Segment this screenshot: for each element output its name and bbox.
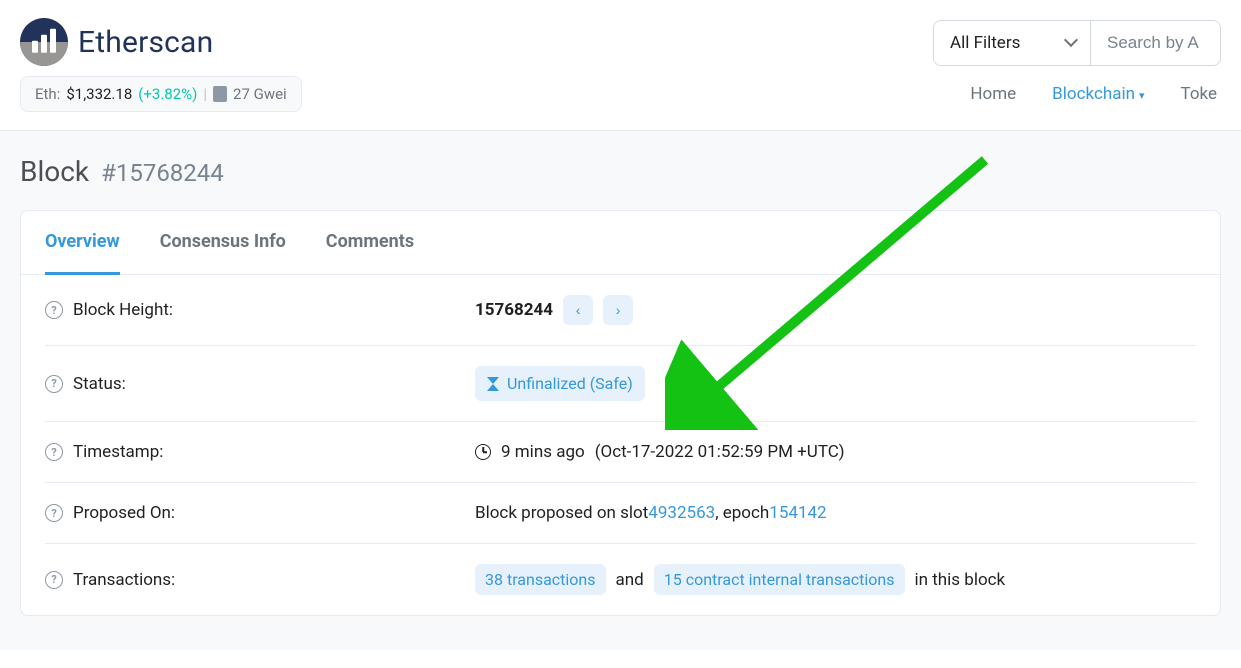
label-timestamp: Timestamp:: [73, 442, 163, 462]
status-badge: Unfinalized (Safe): [475, 366, 645, 401]
row-proposed: ? Proposed On: Block proposed on slot 493…: [45, 483, 1196, 544]
label-transactions: Transactions:: [73, 570, 175, 590]
prev-block-button[interactable]: ‹: [563, 295, 593, 325]
nav-home[interactable]: Home: [970, 84, 1016, 104]
help-icon[interactable]: ?: [45, 504, 63, 522]
price-prefix: Eth:: [35, 85, 60, 103]
chevron-down-icon: [1066, 37, 1078, 49]
transactions-chip[interactable]: 38 transactions: [475, 564, 606, 595]
search-input[interactable]: [1091, 20, 1221, 66]
row-status: ? Status: Unfinalized (Safe): [45, 346, 1196, 422]
status-text: Unfinalized (Safe): [507, 374, 633, 393]
filter-selected: All Filters: [950, 33, 1020, 53]
main-nav: Home Blockchain▾ Toke: [970, 84, 1221, 104]
txs-and: and: [616, 570, 644, 590]
logo[interactable]: Etherscan: [20, 18, 213, 66]
label-proposed: Proposed On:: [73, 503, 175, 523]
timestamp-ago: 9 mins ago: [501, 442, 585, 462]
help-icon[interactable]: ?: [45, 571, 63, 589]
nav-blockchain[interactable]: Blockchain▾: [1052, 84, 1144, 104]
chevron-down-icon: ▾: [1139, 89, 1145, 102]
price-value: $1,332.18: [66, 85, 132, 103]
gas-icon: [213, 86, 227, 102]
proposed-prefix: Block proposed on slot: [475, 503, 648, 523]
label-status: Status:: [73, 374, 126, 394]
block-height-value: 15768244: [475, 300, 553, 320]
hourglass-icon: [487, 377, 499, 391]
filter-dropdown[interactable]: All Filters: [933, 20, 1091, 66]
block-number: #15768244: [101, 159, 224, 187]
row-timestamp: ? Timestamp: 9 mins ago (Oct-17-2022 01:5…: [45, 422, 1196, 483]
slot-link[interactable]: 4932563: [648, 503, 715, 523]
nav-tokens[interactable]: Toke: [1181, 84, 1217, 104]
timestamp-full: (Oct-17-2022 01:52:59 PM +UTC): [595, 442, 845, 462]
brand-name: Etherscan: [78, 25, 213, 60]
row-transactions: ? Transactions: 38 transactions and 15 co…: [45, 544, 1196, 615]
help-icon[interactable]: ?: [45, 375, 63, 393]
internal-transactions-chip[interactable]: 15 contract internal transactions: [654, 564, 905, 595]
clock-icon: [475, 444, 491, 460]
epoch-link[interactable]: 154142: [769, 503, 826, 523]
page-title: Block: [20, 155, 89, 188]
proposed-mid: , epoch: [715, 503, 769, 523]
tab-overview[interactable]: Overview: [45, 211, 120, 275]
gas-value: 27 Gwei: [233, 85, 287, 103]
tab-consensus[interactable]: Consensus Info: [160, 211, 286, 274]
row-block-height: ? Block Height: 15768244 ‹ ›: [45, 275, 1196, 346]
separator: |: [203, 85, 207, 103]
txs-suffix: in this block: [915, 570, 1006, 590]
logo-icon: [20, 18, 68, 66]
help-icon[interactable]: ?: [45, 301, 63, 319]
price-pill: Eth: $1,332.18 (+3.82%) | 27 Gwei: [20, 76, 302, 112]
next-block-button[interactable]: ›: [603, 295, 633, 325]
label-block-height: Block Height:: [73, 300, 173, 320]
price-pct: (+3.82%): [138, 85, 197, 103]
tab-comments[interactable]: Comments: [326, 211, 414, 274]
help-icon[interactable]: ?: [45, 443, 63, 461]
